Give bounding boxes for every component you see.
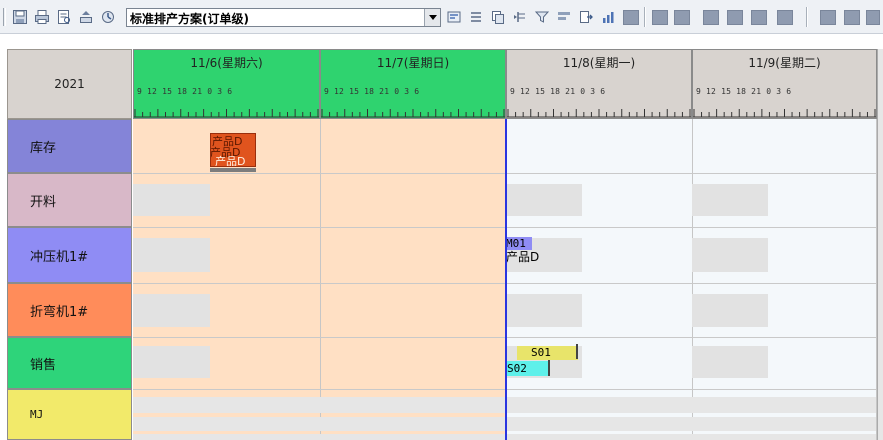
view-mode-1-button[interactable]: [820, 10, 836, 25]
task-code: M01: [506, 237, 526, 250]
save-icon[interactable]: [12, 9, 28, 25]
capacity-block[interactable]: [692, 346, 768, 378]
copy-icon[interactable]: [490, 9, 506, 25]
capacity-block[interactable]: [133, 238, 210, 272]
row-label-text: 销售: [30, 357, 57, 373]
filter-icon[interactable]: [534, 9, 550, 25]
day-label: 11/7(星期日): [376, 56, 450, 70]
toolbar-separator: [644, 7, 646, 27]
day-label: 11/6(星期六): [190, 56, 263, 70]
indent-icon[interactable]: [512, 9, 528, 25]
scheme-select-value: 标准排产方案(订单级): [130, 12, 249, 26]
export-icon[interactable]: [578, 9, 594, 25]
row-label-cutting[interactable]: 开料: [7, 173, 132, 227]
hour-ruler: [693, 109, 876, 118]
year-cell: 2021: [7, 49, 132, 119]
hour-ticks: 9 12 15 18 21 0 3 6: [696, 87, 792, 96]
row-label-text: 开料: [30, 194, 57, 210]
task-label-s02: S02: [507, 362, 527, 375]
capacity-block[interactable]: [133, 346, 210, 378]
row-label-text: 库存: [30, 140, 57, 156]
capacity-block[interactable]: [507, 184, 582, 216]
row-label-bender-1[interactable]: 折弯机1#: [7, 283, 132, 337]
print-icon[interactable]: [34, 9, 50, 25]
list-icon[interactable]: [468, 9, 484, 25]
capacity-block[interactable]: [133, 184, 210, 216]
row-label-inventory[interactable]: 库存: [7, 119, 132, 173]
config-icon[interactable]: [100, 9, 116, 25]
zoom-level-2-button[interactable]: [652, 10, 668, 25]
zoom-level-1-button[interactable]: [623, 10, 639, 25]
zoom-level-6-button[interactable]: [751, 10, 767, 25]
zoom-level-5-button[interactable]: [727, 10, 743, 25]
day-header[interactable]: 11/6(星期六) 9 12 15 18 21 0 3 6: [133, 49, 320, 119]
row-label-text: 折弯机1#: [30, 304, 89, 320]
row-label-text: MJ: [30, 408, 44, 421]
current-time-line: [505, 119, 507, 440]
undo-icon[interactable]: [78, 9, 94, 25]
row-label-press-1[interactable]: 冲压机1#: [7, 227, 132, 283]
task-label-s01: S01: [531, 346, 551, 359]
toolbar: 标准排产方案(订单级): [0, 0, 883, 34]
hour-ticks: 9 12 15 18 21 0 3 6: [324, 87, 420, 96]
scheme-select[interactable]: 标准排产方案(订单级): [126, 8, 441, 27]
chevron-down-icon[interactable]: [424, 9, 440, 26]
preview-icon[interactable]: [56, 9, 72, 25]
view-mode-3-button[interactable]: [866, 10, 880, 25]
row-label-mj[interactable]: MJ: [7, 389, 132, 440]
row-label-sales[interactable]: 销售: [7, 337, 132, 389]
year-label: 2021: [54, 77, 85, 91]
inventory-item[interactable]: 产品D 产品D 产品D: [210, 133, 256, 167]
capacity-block[interactable]: [692, 238, 768, 272]
toolbar-separator: [806, 7, 808, 27]
day-divider: [320, 119, 321, 440]
hour-ruler: [321, 109, 505, 118]
zoom-level-7-button[interactable]: [777, 10, 793, 25]
gantt-grid[interactable]: 产品D 产品D 产品D M01 产品D S01 S02: [133, 119, 877, 440]
future-period-background: [506, 119, 876, 440]
day-label: 11/8(星期一): [562, 56, 636, 70]
day-header[interactable]: 11/7(星期日) 9 12 15 18 21 0 3 6: [320, 49, 506, 119]
task-marker: [548, 360, 550, 376]
vertical-scrollbar[interactable]: [877, 49, 883, 440]
hour-ruler: [507, 109, 691, 118]
hour-ticks: 9 12 15 18 21 0 3 6: [137, 87, 233, 96]
view-mode-2-button[interactable]: [844, 10, 860, 25]
align-icon[interactable]: [556, 9, 572, 25]
zoom-level-3-button[interactable]: [674, 10, 690, 25]
row-label-text: 冲压机1#: [30, 249, 89, 265]
task-product: 产品D: [506, 250, 540, 264]
day-divider: [692, 119, 693, 440]
capacity-block[interactable]: [507, 294, 582, 327]
capacity-block[interactable]: [133, 294, 210, 327]
day-header[interactable]: 11/9(星期二) 9 12 15 18 21 0 3 6: [692, 49, 877, 119]
inventory-item-label: 产品D: [215, 155, 246, 167]
day-header[interactable]: 11/8(星期一) 9 12 15 18 21 0 3 6: [506, 49, 692, 119]
task-marker: [576, 344, 578, 359]
inventory-item-underline: [210, 168, 256, 172]
capacity-block[interactable]: [692, 294, 768, 327]
schedule-icon[interactable]: [446, 9, 462, 25]
hour-ruler: [134, 109, 319, 118]
day-label: 11/9(星期二): [748, 56, 821, 70]
capacity-block[interactable]: [692, 184, 768, 216]
zoom-level-4-button[interactable]: [703, 10, 719, 25]
chart-icon[interactable]: [600, 9, 616, 25]
toolbar-grip[interactable]: [3, 8, 6, 26]
hour-ticks: 9 12 15 18 21 0 3 6: [510, 87, 606, 96]
